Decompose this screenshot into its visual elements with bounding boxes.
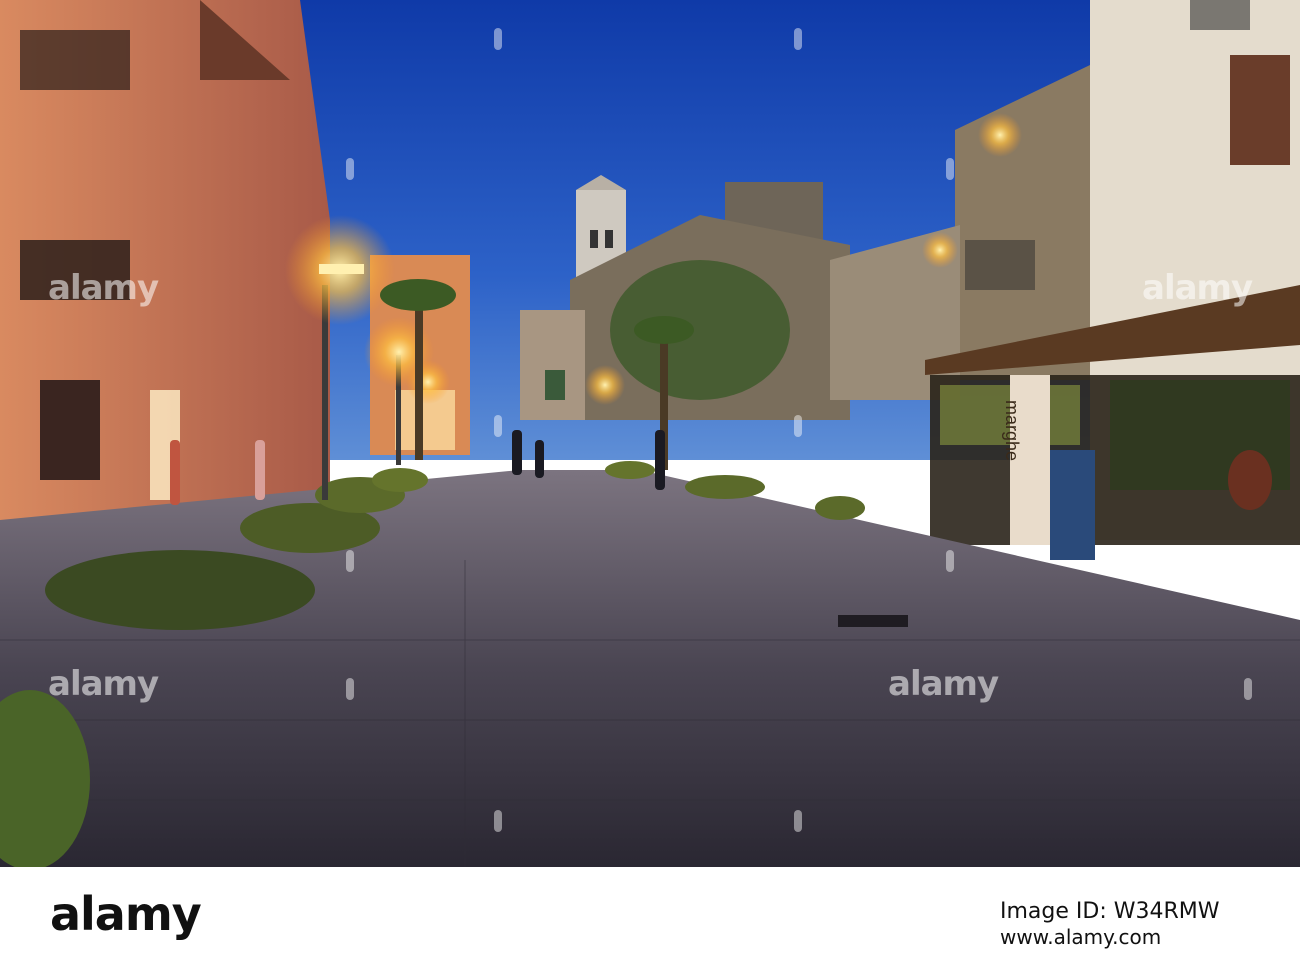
watermark-text: alamy: [888, 664, 999, 704]
planter: [45, 550, 315, 630]
footer-bar: alamy Image ID: W34RMW www.alamy.com: [0, 867, 1300, 957]
restaurant-sign-text: marghe: [1002, 400, 1022, 462]
watermark-text: alamy: [1142, 268, 1253, 308]
street-photo: alamy alamy alamy alamy marghe: [0, 0, 1300, 867]
photo-scene: [0, 0, 1300, 867]
image-id: Image ID: W34RMW: [1000, 899, 1220, 924]
watermark-text: alamy: [48, 664, 159, 704]
alamy-logo: alamy: [50, 887, 202, 941]
footer-url: www.alamy.com: [1000, 925, 1162, 949]
watermark-text: alamy: [48, 268, 159, 308]
